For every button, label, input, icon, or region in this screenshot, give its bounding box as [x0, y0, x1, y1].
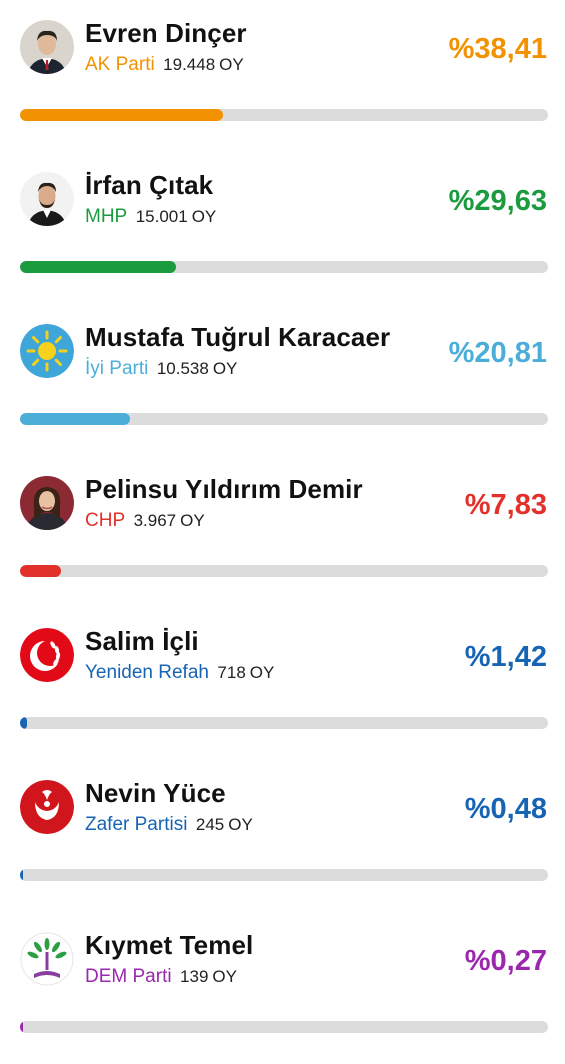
candidate-row[interactable]: Mustafa Tuğrul Karacaer İyi Parti 10.538… — [0, 304, 565, 456]
vote-percentage: %29,63 — [448, 185, 547, 217]
yeniden-refah-crescent-logo-icon — [20, 628, 74, 682]
candidate-name: Pelinsu Yıldırım Demir — [85, 474, 363, 504]
vote-unit: OY — [219, 55, 244, 74]
vote-progress-bar — [20, 565, 548, 577]
vote-progress-fill — [20, 109, 223, 121]
candidate-row[interactable]: İrfan Çıtak MHP 15.001 OY %29,63 — [0, 152, 565, 304]
candidate-row[interactable]: Evren Dinçer AK Parti 19.448 OY %38,41 — [0, 0, 565, 152]
vote-unit: OY — [212, 359, 238, 378]
vote-count: 245 — [195, 815, 225, 834]
party-name: İyi Parti — [85, 358, 149, 379]
party-line: Zafer Partisi 245 OY — [85, 814, 253, 836]
vote-count: 139 — [180, 967, 209, 986]
party-line: AK Parti 19.448 OY — [85, 54, 244, 76]
vote-percentage: %20,81 — [448, 337, 547, 369]
candidate-photo-avatar — [20, 172, 74, 226]
vote-progress-fill — [20, 565, 62, 577]
candidate-row[interactable]: Nevin Yüce Zafer Partisi 245 OY %0,48 — [0, 760, 565, 912]
vote-progress-bar — [20, 717, 548, 729]
party-name: MHP — [85, 206, 128, 227]
vote-count: 15.001 — [135, 207, 188, 226]
vote-percentage: %1,42 — [464, 641, 547, 673]
vote-count: 3.967 — [133, 511, 177, 530]
zafer-partisi-logo-icon — [20, 780, 74, 834]
vote-unit: OY — [228, 815, 253, 834]
iyi-parti-sun-logo-icon — [20, 324, 74, 378]
dem-parti-logo-icon — [20, 932, 74, 986]
candidate-name: Nevin Yüce — [85, 778, 226, 808]
party-name: CHP — [85, 510, 126, 531]
vote-progress-fill — [20, 413, 130, 425]
candidate-row[interactable]: Pelinsu Yıldırım Demir CHP 3.967 OY %7,83 — [0, 456, 565, 608]
vote-percentage: %0,27 — [464, 945, 547, 977]
party-line: CHP 3.967 OY — [85, 510, 205, 532]
party-name: Zafer Partisi — [85, 814, 188, 835]
vote-percentage: %7,83 — [464, 489, 547, 521]
vote-unit: OY — [180, 511, 205, 530]
candidate-name: İrfan Çıtak — [85, 170, 214, 200]
vote-progress-bar — [20, 109, 548, 121]
vote-count: 10.538 — [156, 359, 209, 378]
vote-unit: OY — [212, 967, 237, 986]
candidate-photo-avatar — [20, 20, 74, 74]
vote-progress-fill — [20, 1021, 23, 1033]
results-list: Evren Dinçer AK Parti 19.448 OY %38,41 İr… — [0, 0, 565, 1033]
party-line: MHP 15.001 OY — [85, 206, 216, 228]
vote-unit: OY — [191, 207, 217, 226]
vote-progress-fill — [20, 869, 23, 881]
candidate-name: Salim İçli — [85, 626, 199, 656]
vote-percentage: %38,41 — [448, 33, 547, 65]
vote-percentage: %0,48 — [464, 793, 547, 825]
candidate-photo-avatar — [20, 476, 74, 530]
candidate-name: Mustafa Tuğrul Karacaer — [85, 322, 391, 352]
candidate-row[interactable]: Salim İçli Yeniden Refah 718 OY %1,42 — [0, 608, 565, 760]
party-line: DEM Parti 139 OY — [85, 966, 237, 988]
vote-count: 19.448 — [163, 55, 216, 74]
vote-unit: OY — [249, 663, 275, 682]
vote-progress-bar — [20, 413, 548, 425]
candidate-name: Evren Dinçer — [85, 18, 247, 48]
party-line: Yeniden Refah 718 OY — [85, 662, 274, 684]
vote-progress-fill — [20, 261, 177, 273]
party-line: İyi Parti 10.538 OY — [85, 358, 237, 380]
candidate-name: Kıymet Temel — [85, 930, 254, 960]
party-name: Yeniden Refah — [85, 662, 209, 683]
vote-progress-fill — [20, 717, 28, 729]
vote-count: 718 — [217, 663, 246, 682]
candidate-row[interactable]: Kıymet Temel DEM Parti 139 OY %0,27 — [0, 912, 565, 1064]
vote-progress-bar — [20, 1021, 548, 1033]
vote-progress-bar — [20, 261, 548, 273]
vote-progress-bar — [20, 869, 548, 881]
party-name: AK Parti — [85, 54, 155, 75]
party-name: DEM Parti — [85, 966, 172, 987]
